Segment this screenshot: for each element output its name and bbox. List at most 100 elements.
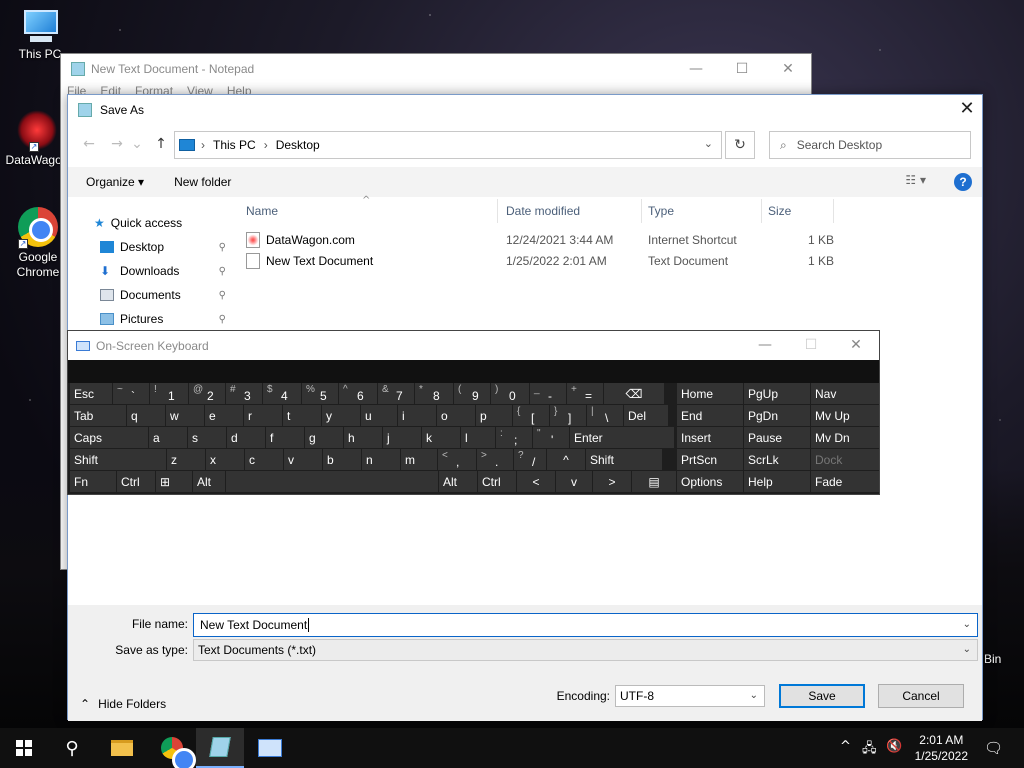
osk-key[interactable]: ▤ <box>632 471 676 492</box>
osk-key[interactable]: > <box>593 471 631 492</box>
search-box[interactable]: ⌕ Search Desktop <box>769 131 971 159</box>
osk-key[interactable]: e <box>205 405 243 426</box>
osk-key[interactable]: ? / <box>514 449 546 470</box>
dialog-close-button[interactable]: ✕ <box>952 95 982 125</box>
osk-key[interactable]: ) 0 <box>491 383 529 404</box>
osk-key[interactable]: q <box>127 405 165 426</box>
osk-key[interactable]: Pause <box>744 427 810 448</box>
osk-key[interactable]: :; <box>496 427 532 448</box>
taskbar-file-explorer[interactable] <box>98 728 146 768</box>
osk-key[interactable]: PgDn <box>744 405 810 426</box>
osk-key[interactable]: * 8 <box>415 383 453 404</box>
osk-key[interactable]: ⌫ <box>604 383 664 404</box>
osk-key[interactable] <box>226 471 438 492</box>
osk-key[interactable]: + = <box>567 383 603 404</box>
osk-key[interactable]: g <box>305 427 343 448</box>
osk-key[interactable]: Options <box>677 471 743 492</box>
nav-quick-access[interactable]: ★ Quick access <box>68 211 228 235</box>
nav-item-desktop[interactable]: Desktop ⚲ <box>68 235 228 259</box>
osk-key[interactable]: Esc <box>70 383 112 404</box>
taskbar-notepad[interactable] <box>196 728 244 768</box>
network-icon[interactable]: 🖧 <box>862 739 877 761</box>
osk-key[interactable]: Alt <box>193 471 225 492</box>
osk-key[interactable]: k <box>422 427 460 448</box>
osk-key[interactable]: >. <box>477 449 513 470</box>
cancel-button[interactable]: Cancel <box>878 684 964 708</box>
osk-key[interactable]: v <box>284 449 322 470</box>
osk-key[interactable]: Enter <box>570 427 674 448</box>
column-header-date[interactable]: Date modified <box>498 199 642 223</box>
osk-key[interactable]: % 5 <box>302 383 338 404</box>
osk-key[interactable]: Caps <box>70 427 148 448</box>
taskbar-clock[interactable]: 2:01 AM 1/25/2022 <box>915 732 968 764</box>
osk-key[interactable]: End <box>677 405 743 426</box>
file-row[interactable]: New Text Document 1/25/2022 2:01 AM Text… <box>238 250 878 271</box>
maximize-button[interactable]: ☐ <box>719 54 765 84</box>
nav-item-documents[interactable]: Documents ⚲ <box>68 283 228 307</box>
osk-key[interactable]: Dock <box>811 449 879 470</box>
organize-button[interactable]: Organize ▾ <box>86 175 144 189</box>
osk-key[interactable]: o <box>437 405 475 426</box>
osk-key[interactable]: < <box>517 471 555 492</box>
osk-key[interactable]: j <box>383 427 421 448</box>
osk-key[interactable]: $4 <box>263 383 301 404</box>
forward-button[interactable]: → <box>106 133 128 155</box>
osk-key[interactable]: Shift <box>586 449 662 470</box>
osk-maximize-button[interactable]: ☐ <box>788 331 834 360</box>
osk-key[interactable]: Mv Dn <box>811 427 879 448</box>
osk-key[interactable]: Ctrl <box>478 471 516 492</box>
osk-key[interactable]: <, <box>438 449 476 470</box>
osk-key[interactable]: v <box>556 471 592 492</box>
view-options-button[interactable]: ☷ ▾ <box>905 173 926 187</box>
osk-key[interactable]: Insert <box>677 427 743 448</box>
nav-item-pictures[interactable]: Pictures ⚲ <box>68 307 228 331</box>
osk-key[interactable]: ! 1 <box>150 383 188 404</box>
osk-key[interactable]: a <box>149 427 187 448</box>
encoding-select[interactable]: UTF-8 ⌄ <box>615 685 765 707</box>
chevron-up-icon[interactable]: ^ <box>840 739 851 754</box>
osk-key[interactable]: t <box>283 405 321 426</box>
osk-key[interactable]: s <box>188 427 226 448</box>
column-header-type[interactable]: Type <box>642 199 762 223</box>
osk-key[interactable]: " ' <box>533 427 569 448</box>
osk-key[interactable]: ⊞ <box>156 471 192 492</box>
osk-key[interactable]: #3 <box>226 383 262 404</box>
osk-key[interactable]: m <box>401 449 437 470</box>
osk-key[interactable]: f <box>266 427 304 448</box>
osk-key[interactable]: w <box>166 405 204 426</box>
dialog-titlebar[interactable]: Save As <box>68 95 982 125</box>
nav-item-downloads[interactable]: ⬇ Downloads ⚲ <box>68 259 228 283</box>
osk-key[interactable]: Fade <box>811 471 879 492</box>
chevron-down-icon[interactable]: ⌄ <box>963 614 971 636</box>
back-button[interactable]: ← <box>78 133 100 155</box>
recent-locations-button[interactable]: ⌄ <box>130 133 144 155</box>
osk-key[interactable]: ScrLk <box>744 449 810 470</box>
help-icon[interactable]: ? <box>954 173 972 191</box>
osk-key[interactable]: Ctrl <box>117 471 155 492</box>
osk-key[interactable]: PrtScn <box>677 449 743 470</box>
osk-minimize-button[interactable]: — <box>742 331 788 360</box>
new-folder-button[interactable]: New folder <box>174 175 231 189</box>
osk-key[interactable]: Mv Up <box>811 405 879 426</box>
address-bar[interactable]: › This PC › Desktop ⌄ <box>174 131 722 159</box>
search-button[interactable]: ⚲ <box>48 728 96 768</box>
osk-key[interactable]: b <box>323 449 361 470</box>
osk-key[interactable]: p <box>476 405 512 426</box>
save-button[interactable]: Save <box>779 684 865 708</box>
osk-key[interactable]: Nav <box>811 383 879 404</box>
minimize-button[interactable]: — <box>673 54 719 84</box>
osk-key[interactable]: Home <box>677 383 743 404</box>
osk-key[interactable]: Alt <box>439 471 477 492</box>
osk-key[interactable]: Fn <box>70 471 116 492</box>
osk-key[interactable]: d <box>227 427 265 448</box>
notification-icon[interactable]: 🗨 <box>984 739 1003 757</box>
osk-key[interactable]: Tab <box>70 405 126 426</box>
osk-key[interactable]: l <box>461 427 495 448</box>
osk-key[interactable]: r <box>244 405 282 426</box>
osk-close-button[interactable]: ✕ <box>833 331 879 360</box>
breadcrumb-desktop[interactable]: Desktop <box>276 138 320 152</box>
osk-key[interactable]: Del <box>624 405 668 426</box>
close-button[interactable]: ✕ <box>765 54 811 84</box>
up-button[interactable]: ↑ <box>150 133 172 155</box>
osk-key[interactable]: x <box>206 449 244 470</box>
